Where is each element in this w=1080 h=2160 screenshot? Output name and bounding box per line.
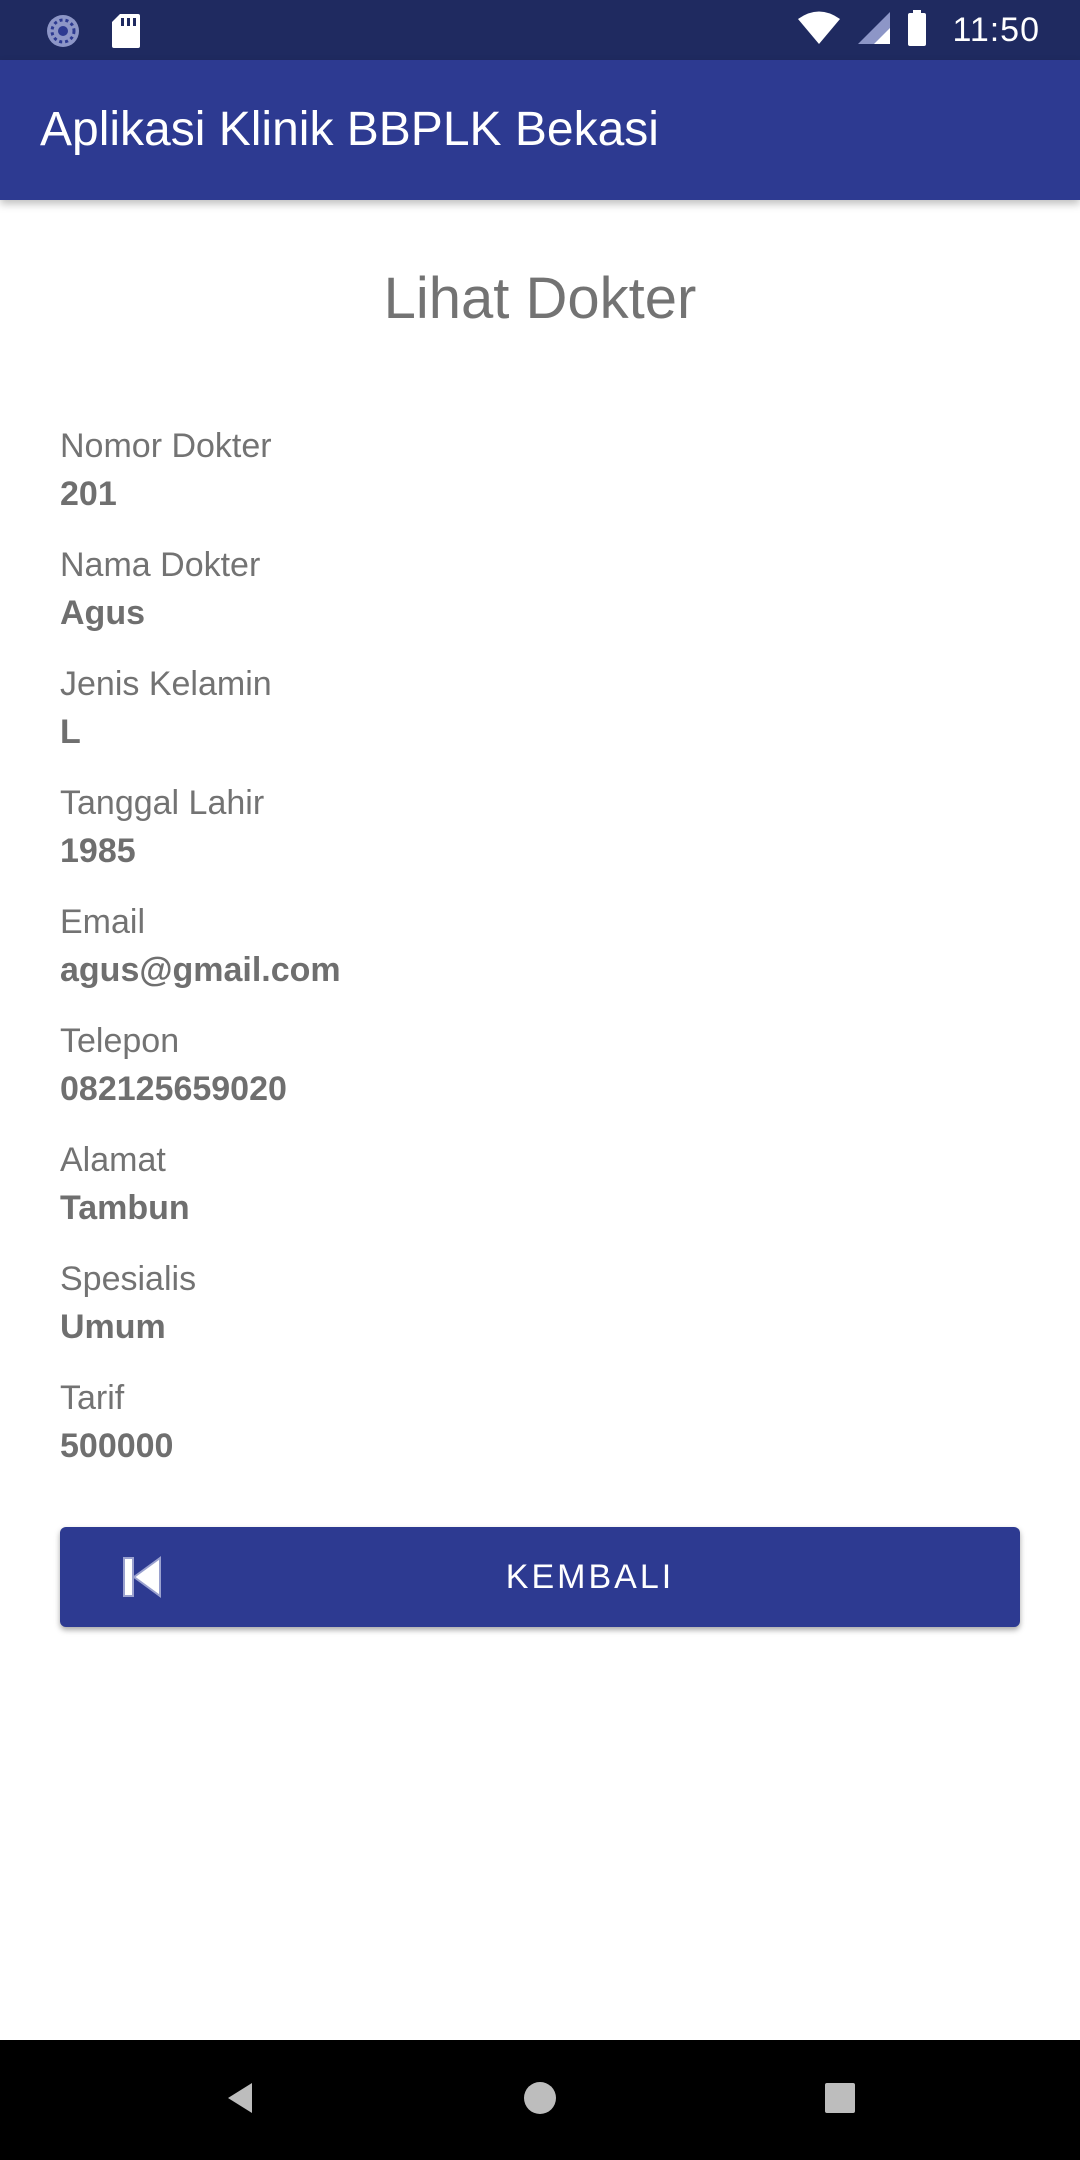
- signal-icon: [856, 10, 892, 51]
- system-nav-bar: [0, 2040, 1080, 2160]
- page-title: Lihat Dokter: [383, 266, 697, 331]
- field-label: Tarif: [60, 1379, 125, 1417]
- field-label: Spesialis: [60, 1260, 197, 1298]
- field-telepon: Telepon 082125659020: [60, 1015, 1020, 1134]
- field-tarif: Tarif 500000: [60, 1372, 1020, 1491]
- field-email: Email agus@gmail.com: [60, 896, 1020, 1015]
- field-value: agus@gmail.com: [60, 951, 341, 989]
- home-icon: [523, 2081, 557, 2120]
- kembali-button-label: KEMBALI: [505, 1558, 675, 1596]
- battery-icon: [906, 9, 928, 52]
- nav-home-button[interactable]: [510, 2070, 570, 2130]
- back-icon: [224, 2081, 256, 2120]
- sd-card-icon: [110, 12, 142, 55]
- nav-recents-button[interactable]: [810, 2070, 870, 2130]
- doctor-details: Nomor Dokter 201 Nama Dokter Agus Jenis …: [60, 420, 1020, 1491]
- sync-icon: [44, 12, 82, 55]
- field-label: Telepon: [60, 1022, 180, 1060]
- field-value: 500000: [60, 1427, 174, 1465]
- status-right-group: 11:50: [796, 0, 1040, 60]
- field-alamat: Alamat Tambun: [60, 1134, 1020, 1253]
- field-nomor-dokter: Nomor Dokter 201: [60, 420, 1020, 539]
- status-time: 11:50: [952, 10, 1040, 49]
- field-value: Umum: [60, 1308, 166, 1346]
- status-bar: 11:50: [0, 0, 1080, 60]
- app-title: Aplikasi Klinik BBPLK Bekasi: [40, 103, 659, 156]
- field-value: L: [60, 713, 81, 751]
- field-spesialis: Spesialis Umum: [60, 1253, 1020, 1372]
- kembali-button[interactable]: KEMBALI: [60, 1527, 1020, 1627]
- field-value: 082125659020: [60, 1070, 287, 1108]
- field-value: 1985: [60, 832, 136, 870]
- field-value: Agus: [60, 594, 145, 632]
- field-label: Jenis Kelamin: [60, 665, 272, 703]
- field-label: Alamat: [60, 1141, 166, 1179]
- nav-back-button[interactable]: [210, 2070, 270, 2130]
- field-nama-dokter: Nama Dokter Agus: [60, 539, 1020, 658]
- recents-icon: [824, 2082, 856, 2119]
- field-value: 201: [60, 475, 117, 513]
- field-label: Email: [60, 903, 146, 941]
- field-label: Nomor Dokter: [60, 427, 272, 465]
- field-tanggal-lahir: Tanggal Lahir 1985: [60, 777, 1020, 896]
- wifi-icon: [796, 10, 842, 51]
- field-label: Tanggal Lahir: [60, 784, 265, 822]
- field-value: Tambun: [60, 1189, 190, 1227]
- app-bar: Aplikasi Klinik BBPLK Bekasi: [0, 60, 1080, 200]
- field-jenis-kelamin: Jenis Kelamin L: [60, 658, 1020, 777]
- field-label: Nama Dokter: [60, 546, 261, 584]
